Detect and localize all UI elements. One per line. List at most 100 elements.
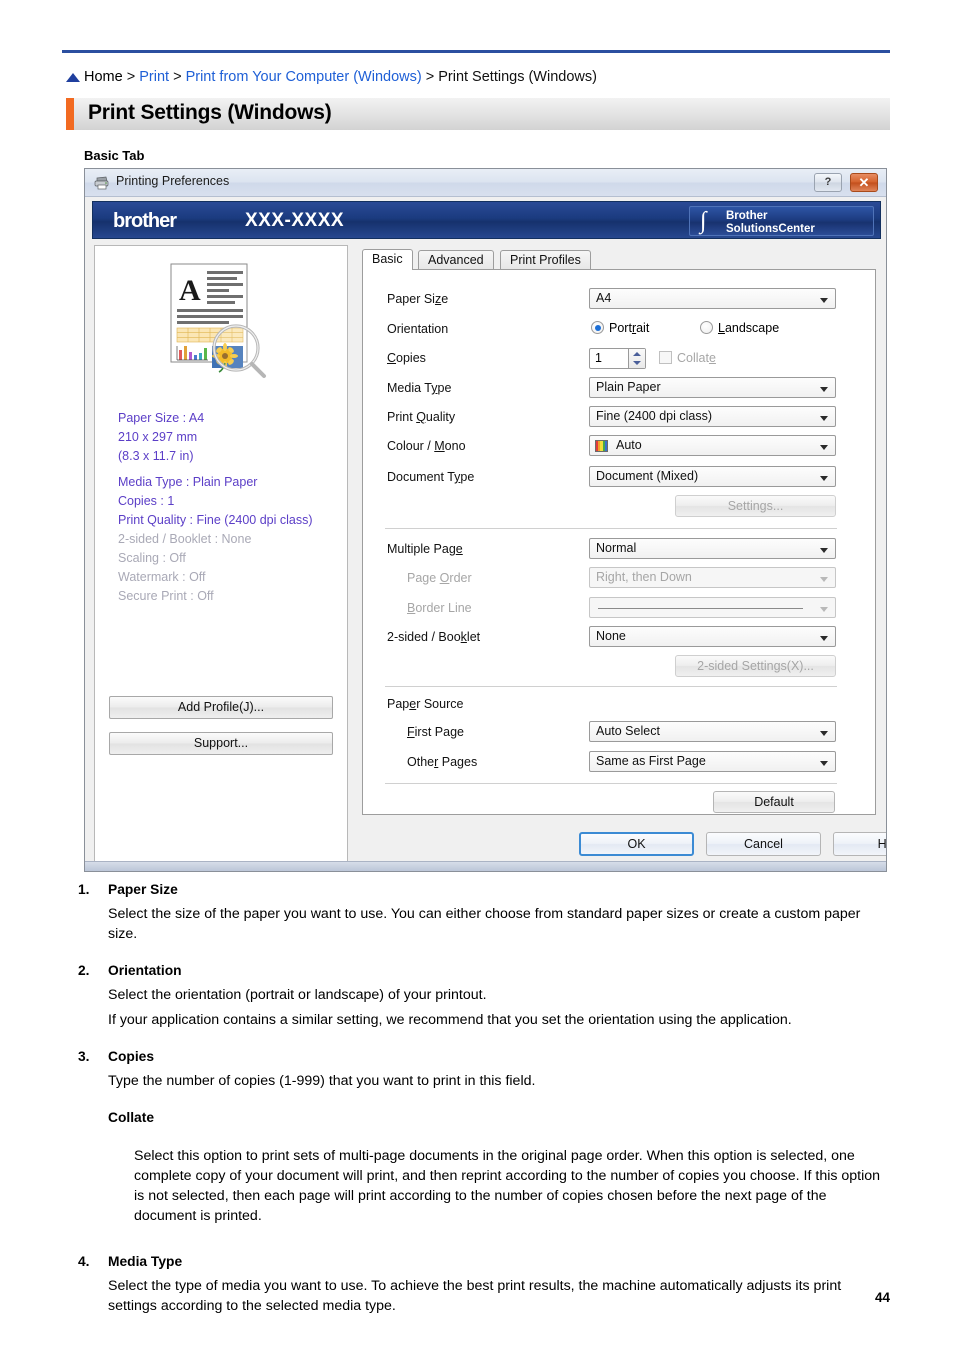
printing-preferences-dialog: Printing Preferences ? ✕ brother XXX-XXX…	[84, 168, 887, 872]
breadcrumb: Home > Print > Print from Your Computer …	[66, 66, 597, 88]
cancel-button[interactable]: Cancel	[706, 832, 821, 856]
label-other-pages: Other Pages	[407, 755, 478, 769]
label-orientation: Orientation	[387, 322, 449, 336]
summary-scaling: Scaling : Off	[118, 551, 186, 565]
solutions-center-line2: SolutionsCenter	[726, 222, 815, 235]
chevron-down-icon	[820, 731, 828, 736]
label-colour-mono: Colour / Mono	[387, 439, 466, 453]
breadcrumb-item-print[interactable]: Print	[139, 69, 169, 85]
chevron-down-icon	[820, 761, 828, 766]
collate-checkbox[interactable]	[659, 351, 672, 364]
document-type-select[interactable]: Document (Mixed)	[589, 466, 836, 487]
paragraph: If your application contains a similar s…	[108, 1012, 792, 1028]
list-item: 3. Copies Type the number of copies (1-9…	[78, 1047, 888, 1252]
support-button[interactable]: Support...	[109, 732, 333, 755]
page-number: 44	[874, 1290, 890, 1305]
chevron-down-icon	[820, 416, 828, 421]
list-item-number: 3.	[78, 1049, 90, 1064]
other-pages-source-select[interactable]: Same as First Page	[589, 751, 836, 772]
sub-heading-collate: Collate	[108, 1110, 154, 1125]
summary-paper-size: Paper Size : A4	[118, 411, 205, 425]
chevron-down-icon	[820, 298, 828, 303]
label-page-order: Page Order	[407, 571, 472, 585]
list-item-heading: Paper Size	[108, 882, 178, 897]
orientation-landscape-radio[interactable]	[700, 321, 713, 334]
tab-basic[interactable]: Basic	[362, 249, 413, 270]
summary-print-quality: Print Quality : Fine (2400 dpi class)	[118, 513, 313, 527]
tab-advanced[interactable]: Advanced	[418, 250, 494, 270]
document-type-value: Document (Mixed)	[596, 469, 699, 483]
help-button-label: Help	[877, 837, 887, 851]
copies-stepper[interactable]: 1	[589, 348, 646, 369]
label-border-line: Border Line	[407, 601, 472, 615]
list-item: 2. Orientation Select the orientation (p…	[78, 961, 888, 1047]
chevron-down-icon	[820, 607, 828, 612]
multiple-page-value: Normal	[596, 541, 637, 555]
two-sided-settings-button[interactable]: 2-sided Settings(X)...	[675, 655, 836, 677]
paragraph: Select the size of the paper you want to…	[108, 906, 861, 942]
multiple-page-select[interactable]: Normal	[589, 538, 836, 559]
label-paper-source: Paper Source	[387, 697, 464, 711]
cancel-button-label: Cancel	[744, 837, 783, 851]
form-divider-3	[385, 783, 837, 784]
add-profile-button[interactable]: Add Profile(J)...	[109, 696, 333, 719]
media-type-value: Plain Paper	[596, 380, 661, 394]
settings-summary-list: Paper Size : A4 210 x 297 mm (8.3 x 11.7…	[118, 409, 338, 606]
print-quality-select[interactable]: Fine (2400 dpi class)	[589, 406, 836, 427]
breadcrumb-item-print-from-computer[interactable]: Print from Your Computer (Windows)	[186, 69, 422, 85]
paragraph: Select the type of media you want to use…	[108, 1278, 842, 1315]
help-button[interactable]: Help	[833, 832, 887, 856]
summary-copies: Copies : 1	[118, 494, 175, 508]
page-title: Print Settings (Windows)	[88, 101, 332, 124]
colour-mono-select[interactable]: Auto	[589, 435, 836, 456]
label-media-type: Media Type	[387, 381, 452, 395]
chevron-down-icon	[820, 548, 828, 553]
page-order-value: Right, then Down	[596, 570, 692, 584]
first-page-source-select[interactable]: Auto Select	[589, 721, 836, 742]
list-item-body: Select the type of media you want to use…	[108, 1276, 888, 1333]
paragraph: Type the number of copies (1-999) that y…	[108, 1073, 536, 1089]
paragraph: Select the orientation (portrait or land…	[108, 987, 487, 1003]
border-line-select	[589, 597, 836, 618]
border-line-preview	[598, 608, 803, 609]
help-button-titlebar[interactable]: ?	[814, 173, 842, 192]
chevron-up-icon[interactable]	[633, 352, 641, 356]
two-sided-booklet-select[interactable]: None	[589, 626, 836, 647]
ok-button[interactable]: OK	[579, 832, 694, 856]
list-item: 4. Media Type Select the type of media y…	[78, 1252, 888, 1333]
media-type-select[interactable]: Plain Paper	[589, 377, 836, 398]
two-sided-settings-label: 2-sided Settings(X)...	[697, 659, 814, 673]
summary-two-sided: 2-sided / Booklet : None	[118, 532, 252, 546]
breadcrumb-separator: >	[126, 69, 136, 85]
chevron-down-icon	[820, 476, 828, 481]
top-divider-rule	[62, 50, 890, 53]
label-document-type: Document Type	[387, 470, 475, 484]
colour-mono-value: Auto	[616, 438, 642, 452]
chevron-down-icon[interactable]	[633, 361, 641, 365]
home-icon	[66, 73, 80, 82]
first-page-source-value: Auto Select	[596, 724, 660, 738]
list-item-heading: Media Type	[108, 1254, 183, 1270]
close-icon[interactable]: ✕	[850, 173, 878, 192]
section-label-basic-tab: Basic Tab	[84, 148, 145, 163]
orientation-portrait-label[interactable]: Portrait	[609, 321, 649, 335]
list-item-number: 2.	[78, 963, 90, 978]
breadcrumb-item-current: Print Settings (Windows)	[438, 69, 597, 85]
orientation-portrait-radio[interactable]	[591, 321, 604, 334]
document-type-settings-button[interactable]: Settings...	[675, 495, 836, 517]
document-preview-icon: A	[170, 263, 266, 378]
collate-label[interactable]: Collate	[677, 351, 716, 365]
paper-size-select[interactable]: A4	[589, 288, 836, 309]
default-button[interactable]: Default	[713, 791, 835, 813]
chevron-down-icon	[820, 636, 828, 641]
integral-swoosh-icon: ∫	[700, 208, 707, 234]
ok-button-label: OK	[627, 837, 646, 851]
tab-print-profiles[interactable]: Print Profiles	[500, 250, 591, 270]
copies-spinner-buttons[interactable]	[628, 349, 645, 368]
brother-banner: brother XXX-XXXX ∫ Brother SolutionsCent…	[92, 201, 881, 239]
orientation-landscape-label[interactable]: Landscape	[718, 321, 779, 335]
list-item-heading: Orientation	[108, 963, 182, 978]
brother-solutions-center-button[interactable]: ∫ Brother SolutionsCenter	[689, 206, 874, 236]
list-item-heading: Copies	[108, 1049, 154, 1064]
summary-paper-dimensions-in: (8.3 x 11.7 in)	[118, 449, 194, 463]
